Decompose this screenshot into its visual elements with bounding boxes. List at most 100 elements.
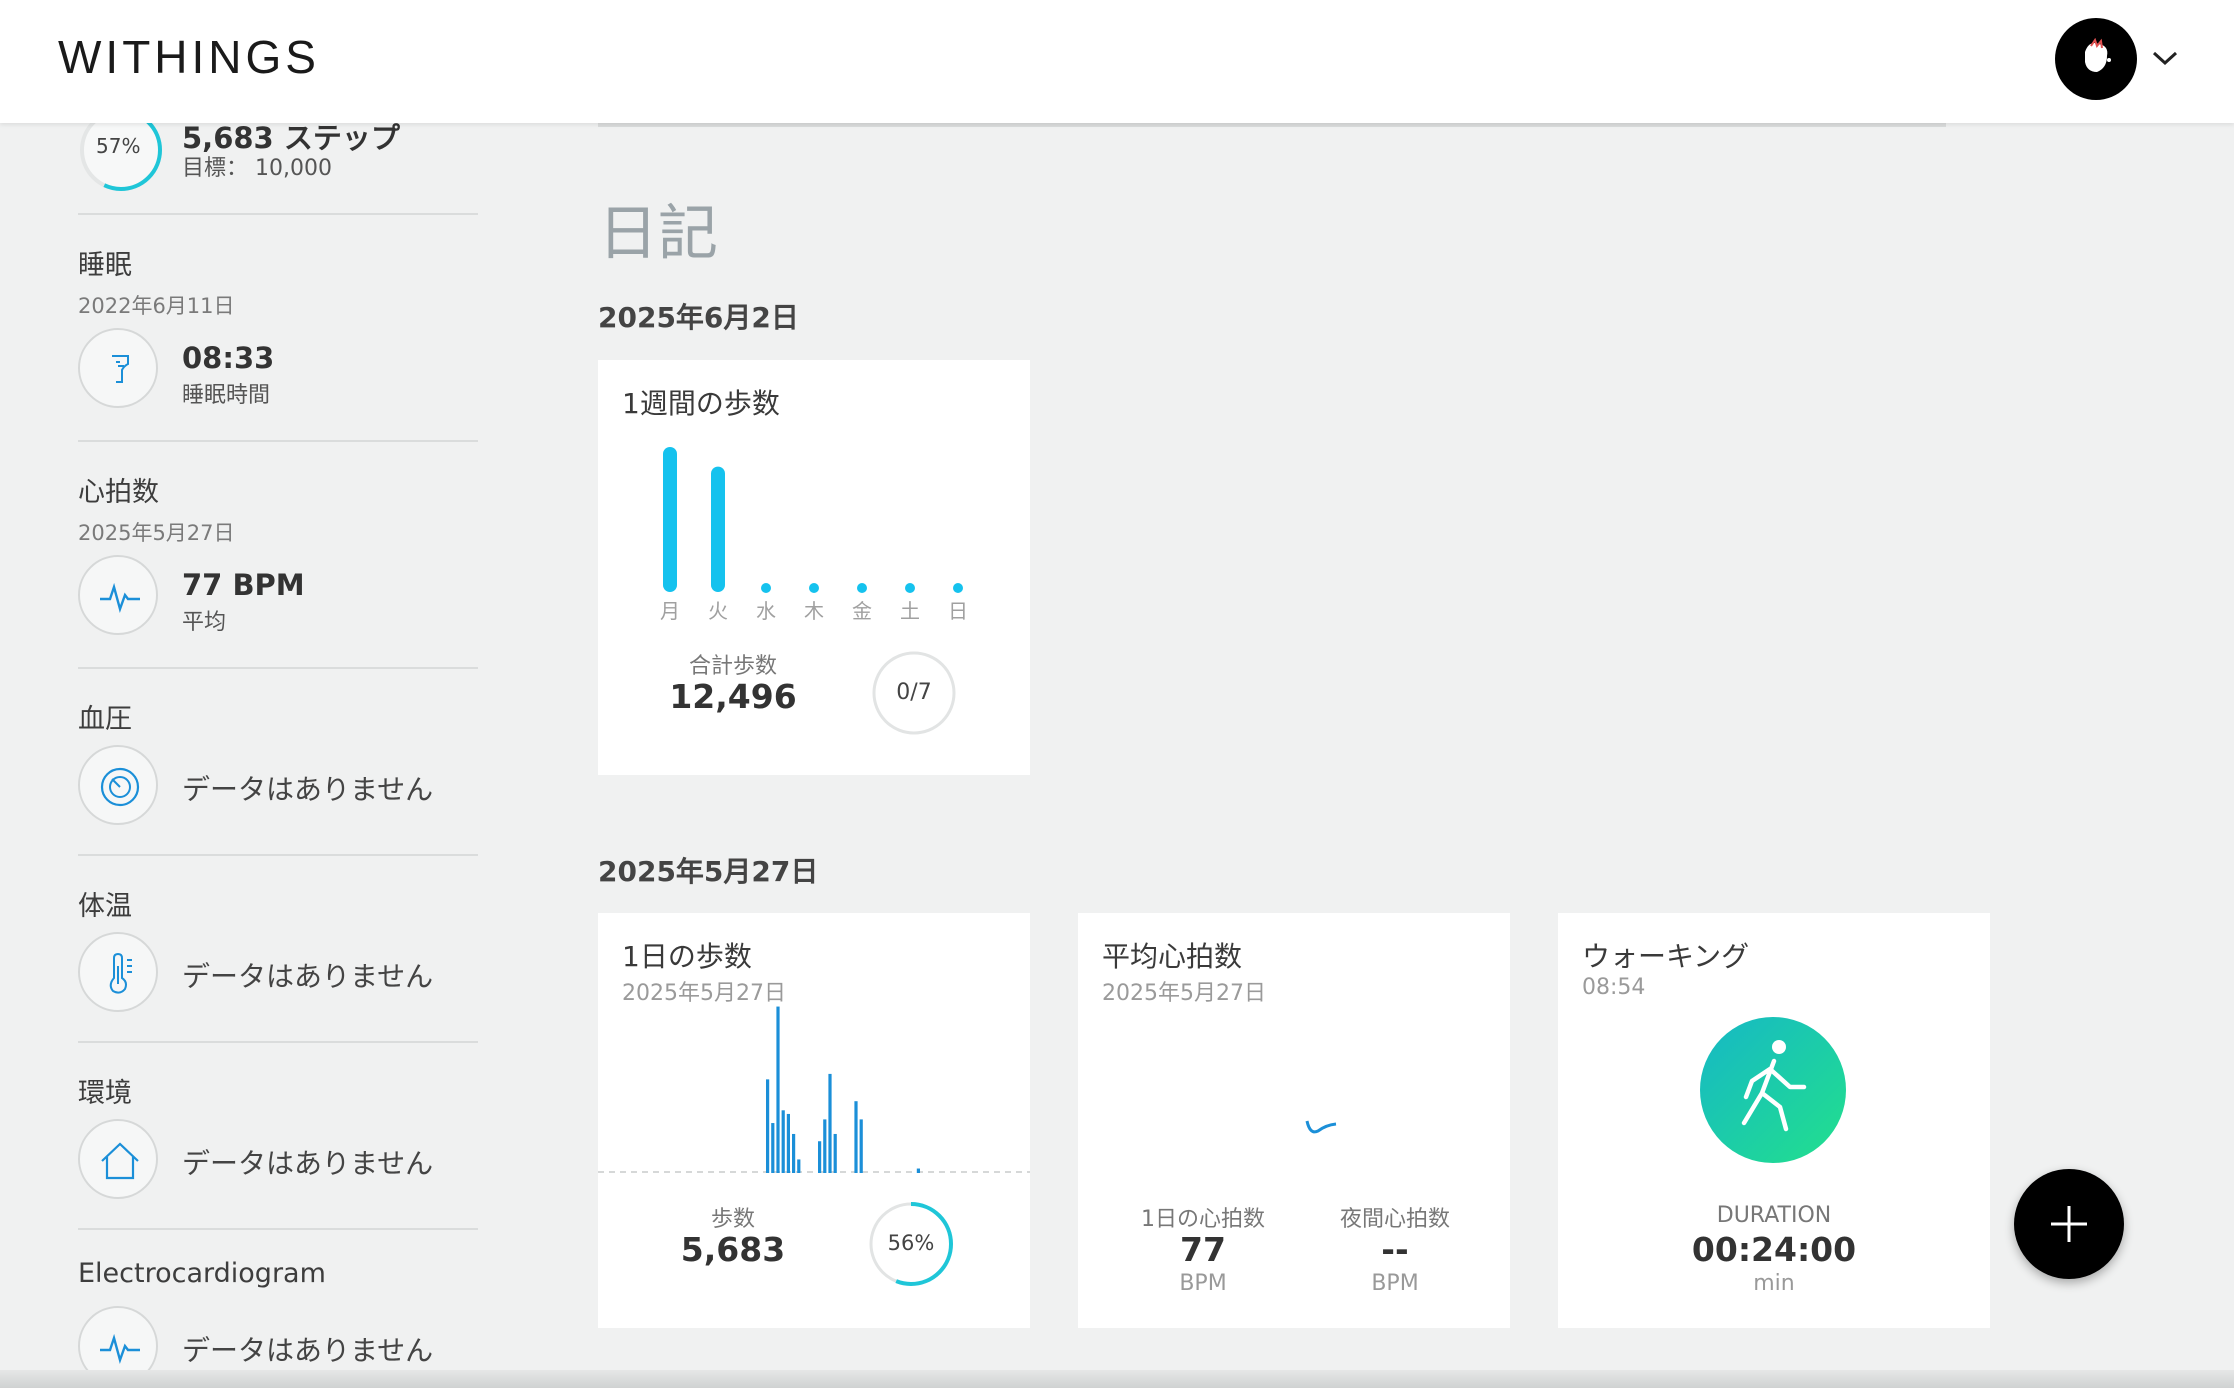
week-bar: [953, 583, 963, 593]
steps-percent: 56%: [887, 1231, 935, 1255]
daily-steps-chart: [598, 1006, 1030, 1173]
goal-days-value: 0/7: [896, 680, 932, 705]
card-time: 08:54: [1582, 975, 1646, 1000]
divider: [78, 854, 478, 856]
heart-title: 心拍数: [78, 477, 159, 508]
date-heading: 2025年6月2日: [598, 301, 799, 334]
hour-bar: [833, 1133, 837, 1173]
duration-value: 00:24:00: [1691, 1230, 1857, 1269]
weekly-steps-chart: 月火水木金土日: [660, 447, 968, 623]
hour-bar: [818, 1141, 822, 1173]
heart-rate-curve: [1305, 1120, 1337, 1134]
hour-bar: [916, 1168, 920, 1173]
thermometer-icon: [109, 952, 132, 994]
avg-heart-rate-card[interactable]: 平均心拍数 2025年5月27日 1日の心拍数 77 BPM 夜間心拍数 -- …: [1078, 913, 1510, 1328]
daily-steps-card[interactable]: 1日の歩数 2025年5月27日 歩数 5,683 56%: [598, 913, 1030, 1328]
week-day-label: 日: [948, 599, 968, 623]
add-button[interactable]: [2014, 1169, 2124, 1279]
week-bar: [711, 466, 725, 592]
steps-goal: 目標： 10,000: [182, 156, 332, 181]
heart-value: 77 BPM: [182, 568, 305, 602]
ecg-title: Electrocardiogram: [78, 1258, 326, 1289]
day-hr-unit: BPM: [1179, 1271, 1227, 1296]
heart-sub: 平均: [182, 610, 227, 635]
sleep-title: 睡眠: [78, 250, 132, 281]
walking-card[interactable]: ウォーキング 08:54 DURATION 00:24:00 min: [1558, 913, 1990, 1328]
hour-bar: [786, 1113, 790, 1173]
week-day-label: 木: [804, 599, 824, 623]
weekly-steps-card[interactable]: 1週間の歩数 月火水木金土日 合計歩数 12,496 0/7: [598, 360, 1030, 775]
env-nodata: データはありません: [182, 1147, 434, 1180]
week-bar: [857, 583, 867, 593]
duration-label: DURATION: [1716, 1203, 1832, 1228]
night-hr-label: 夜間心拍数: [1339, 1207, 1450, 1232]
week-bar: [663, 447, 677, 592]
sleep-icon-circle: [78, 328, 158, 408]
top-header: WITHINGS: [0, 0, 2234, 123]
hour-bar: [823, 1119, 827, 1173]
avatar-image-icon: [2085, 38, 2111, 72]
steps-label: 歩数: [710, 1207, 755, 1232]
total-steps-value: 12,496: [669, 677, 797, 716]
week-day-label: 火: [708, 599, 728, 623]
walking-icon: [1700, 1017, 1846, 1163]
hour-bar: [828, 1073, 832, 1173]
week-bar: [905, 583, 915, 593]
pulse-icon: [100, 582, 140, 613]
week-day-label: 月: [660, 599, 680, 623]
temp-nodata: データはありません: [182, 960, 434, 993]
env-title: 環境: [78, 1078, 132, 1109]
divider: [78, 440, 478, 442]
hour-bar: [766, 1079, 770, 1173]
bp-nodata: データはありません: [182, 773, 434, 806]
divider: [78, 1041, 478, 1043]
gauge-icon: [100, 767, 140, 807]
week-day-label: 水: [756, 599, 776, 623]
chevron-down-icon[interactable]: [2150, 48, 2180, 68]
total-steps-label: 合計歩数: [688, 654, 777, 679]
home-icon: [101, 1142, 139, 1180]
hour-bar: [854, 1101, 858, 1173]
sleep-value: 08:33: [182, 341, 275, 375]
duration-unit: min: [1753, 1271, 1795, 1296]
day-hr-label: 1日の心拍数: [1141, 1207, 1265, 1232]
env-icon-circle: [78, 1119, 158, 1199]
week-bar: [761, 583, 771, 593]
hour-bar: [797, 1159, 801, 1173]
night-hr-unit: BPM: [1371, 1271, 1419, 1296]
hour-bar: [792, 1133, 796, 1173]
hour-bar: [771, 1123, 775, 1173]
hour-bar: [781, 1110, 785, 1173]
sleep-tracker-icon: [112, 355, 129, 383]
bp-icon-circle: [78, 745, 158, 825]
week-bar: [809, 583, 819, 593]
user-avatar[interactable]: [2055, 18, 2137, 100]
divider: [78, 213, 478, 215]
divider: [78, 1228, 478, 1230]
card-title: ウォーキング: [1582, 940, 1750, 973]
bottom-edge: [0, 1370, 2234, 1388]
bp-title: 血圧: [78, 704, 132, 735]
sleep-sub: 睡眠時間: [182, 383, 271, 408]
day-hr-value: 77: [1180, 1230, 1226, 1269]
card-date: 2025年5月27日: [1102, 981, 1266, 1006]
page-title: 日記: [598, 199, 718, 269]
hour-bar: [776, 1006, 780, 1173]
card-title: 平均心拍数: [1102, 940, 1243, 973]
content-top-divider: [598, 123, 1946, 127]
heart-date: 2025年5月27日: [78, 521, 235, 545]
ecg-icon: [100, 1333, 140, 1364]
hour-bar: [859, 1119, 863, 1173]
ecg-nodata: データはありません: [182, 1334, 434, 1367]
plus-icon: [2051, 1206, 2087, 1242]
week-day-label: 金: [852, 599, 872, 623]
week-day-label: 土: [900, 599, 920, 623]
divider: [78, 667, 478, 669]
night-hr-value: --: [1381, 1230, 1409, 1269]
temp-title: 体温: [78, 891, 132, 922]
withings-logo[interactable]: WITHINGS: [58, 30, 320, 84]
steps-percent: 57%: [96, 134, 141, 158]
heart-icon-circle: [78, 555, 158, 635]
steps-value: 5,683: [680, 1230, 786, 1269]
temp-icon-circle: [78, 932, 158, 1012]
